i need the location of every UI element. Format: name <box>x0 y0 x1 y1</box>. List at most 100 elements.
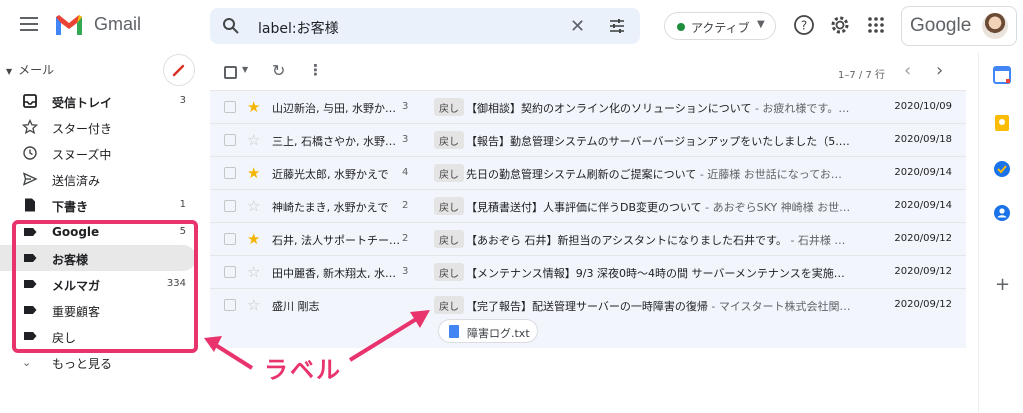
star-icon[interactable]: ☆ <box>247 263 260 281</box>
row-checkbox[interactable] <box>224 167 236 179</box>
account-switcher[interactable]: Google <box>901 6 1017 46</box>
email-sender: 石井, 法人サポートチー… <box>272 234 400 247</box>
email-subject-line: 【見積書送付】人事評価に伴うDB変更のついて - あおぞらSKY 神崎様 お世… <box>466 199 886 215</box>
email-row[interactable]: ★ 近藤光太郎, 水野かえで 4 戻し 先日の勤怠管理システム刷新のご提案につい… <box>210 156 966 189</box>
row-checkbox[interactable] <box>224 101 236 113</box>
star-icon[interactable]: ★ <box>247 164 260 182</box>
sidebar-item-snoozed[interactable]: スヌーズ中 <box>0 140 196 166</box>
email-date: 2020/09/12 <box>894 233 952 244</box>
tasks-icon[interactable] <box>993 160 1011 178</box>
email-row[interactable]: ☆ 盛川 剛志 戻し 【完了報告】配送管理サーバーの一時障害の復帰 - マイスタ… <box>210 288 966 348</box>
search-input[interactable]: label:お客様 <box>258 18 339 38</box>
avatar[interactable] <box>982 13 1008 39</box>
sidebar-item-label: 下書き <box>52 200 89 214</box>
sidebar-item-label: 送信済み <box>52 174 101 188</box>
keep-icon[interactable] <box>993 114 1011 132</box>
star-icon[interactable]: ★ <box>247 98 260 116</box>
thread-count: 2 <box>402 200 409 211</box>
label-chip[interactable]: 戻し <box>434 131 464 149</box>
chevron-down-icon: ▼ <box>757 19 765 30</box>
email-snippet: - 石井様 … <box>786 234 846 247</box>
sidebar-item-starred[interactable]: スター付き <box>0 114 196 140</box>
row-checkbox[interactable] <box>224 233 236 245</box>
gear-icon[interactable] <box>829 14 851 36</box>
top-bar: Gmail label:お客様 ✕ アクティブ ▼ ? Google <box>0 0 1023 52</box>
email-sender: 三上, 石橋さやか, 水野… <box>272 135 396 148</box>
select-menu-chevron-icon[interactable]: ▼ <box>242 65 248 74</box>
refresh-icon[interactable]: ↻ <box>272 61 285 80</box>
email-sender: 近藤光太郎, 水野かえで <box>272 168 389 181</box>
status-label: アクティブ <box>691 21 750 35</box>
email-date: 2020/09/14 <box>894 167 952 178</box>
sidebar-item-drafts[interactable]: 下書き 1 <box>0 192 196 218</box>
gmail-logo-icon[interactable] <box>54 13 84 37</box>
email-subject: 【見積書送付】人事評価に伴うDB変更のついて <box>466 201 702 214</box>
mail-section-label: メール <box>18 63 55 77</box>
email-date: 2020/09/18 <box>894 134 952 145</box>
status-dropdown[interactable]: アクティブ ▼ <box>664 12 776 40</box>
draft-count: 1 <box>179 199 186 210</box>
label-highlight-box <box>12 220 198 353</box>
clear-search-icon[interactable]: ✕ <box>570 16 585 37</box>
list-toolbar: ▼ ↻ ⋮ 1–7 / 7 行 ‹ › <box>210 56 970 88</box>
side-panel: + <box>978 52 1023 413</box>
label-chip[interactable]: 戻し <box>434 98 464 116</box>
mail-section-header[interactable]: ▼ メール <box>6 61 54 78</box>
contacts-icon[interactable] <box>993 204 1011 222</box>
more-options-icon[interactable]: ⋮ <box>308 61 323 79</box>
row-checkbox[interactable] <box>224 299 236 311</box>
star-icon[interactable]: ☆ <box>247 296 260 314</box>
row-checkbox[interactable] <box>224 200 236 212</box>
search-options-icon[interactable] <box>608 17 626 35</box>
label-chip[interactable]: 戻し <box>434 230 464 248</box>
star-icon[interactable]: ☆ <box>247 197 260 215</box>
email-row[interactable]: ☆ 田中麗香, 新木翔太, 水… 3 戻し 【メンテナンス情報】9/3 深夜0時… <box>210 255 966 288</box>
label-chip[interactable]: 戻し <box>434 197 464 215</box>
help-icon[interactable]: ? <box>793 14 815 36</box>
row-checkbox[interactable] <box>224 266 236 278</box>
email-row[interactable]: ☆ 神崎たまき, 水野かえで 2 戻し 【見積書送付】人事評価に伴うDB変更のつ… <box>210 189 966 222</box>
label-chip[interactable]: 戻し <box>434 263 464 281</box>
chevron-down-icon: ⌄ <box>22 356 32 369</box>
next-page-icon[interactable]: › <box>936 60 943 81</box>
email-sender: 神崎たまき, 水野かえで <box>272 201 389 214</box>
attachment-chip[interactable]: 障害ログ.txt <box>438 319 538 343</box>
email-subject-line: 先日の勤怠管理システム刷新のご提案について - 近藤様 お世話になってお… <box>466 166 886 182</box>
email-subject-line: 【メンテナンス情報】9/3 深夜0時〜4時の間 サーバーメンテナンスを実施… <box>466 265 886 281</box>
calendar-icon[interactable] <box>993 66 1011 84</box>
annotation-label: ラベル <box>264 356 342 384</box>
clock-icon <box>23 146 37 160</box>
send-icon <box>22 172 38 186</box>
unread-count: 3 <box>179 95 186 106</box>
more-label: もっと見る <box>52 357 113 371</box>
email-row[interactable]: ☆ 三上, 石橋さやか, 水野… 3 戻し 【報告】勤怠管理システムのサーバーバ… <box>210 123 966 156</box>
apps-grid-icon[interactable] <box>865 14 887 36</box>
main-menu-icon[interactable] <box>20 17 38 31</box>
email-row[interactable]: ★ 石井, 法人サポートチー… 2 戻し 【あおぞら 石井】新担当のアシスタント… <box>210 222 966 255</box>
star-icon[interactable]: ☆ <box>247 131 260 149</box>
sidebar-item-sent[interactable]: 送信済み <box>0 166 196 192</box>
row-checkbox[interactable] <box>224 134 236 146</box>
email-date: 2020/09/14 <box>894 200 952 211</box>
sidebar-item-inbox[interactable]: 受信トレイ 3 <box>0 88 196 114</box>
email-subject-line: 【完了報告】配送管理サーバーの一時障害の復帰 - マイスタート株式会社関… <box>466 298 886 314</box>
document-icon <box>449 325 459 338</box>
compose-button[interactable] <box>163 54 195 86</box>
sidebar-item-label: スヌーズ中 <box>52 148 112 162</box>
thread-count: 3 <box>402 101 409 112</box>
sidebar-item-label: 受信トレイ <box>52 96 113 110</box>
email-row[interactable]: ★ 山辺新治, 与田, 水野か… 3 戻し 【御相談】契約のオンライン化のソリュ… <box>210 90 966 123</box>
thread-count: 3 <box>402 134 409 145</box>
select-all-checkbox[interactable] <box>224 66 237 79</box>
label-chip[interactable]: 戻し <box>434 164 464 182</box>
email-subject: 【メンテナンス情報】9/3 深夜0時〜4時の間 サーバーメンテナンスを実施… <box>466 267 845 280</box>
star-icon[interactable]: ★ <box>247 230 260 248</box>
app-name: Gmail <box>94 14 142 34</box>
search-icon[interactable] <box>222 17 240 35</box>
email-subject: 【報告】勤怠管理システムのサーバーバージョンアップをいたしました（5.… <box>466 135 850 148</box>
label-chip[interactable]: 戻し <box>434 296 464 314</box>
add-addon-icon[interactable]: + <box>995 274 1010 295</box>
prev-page-icon[interactable]: ‹ <box>904 60 911 81</box>
caret-down-icon: ▼ <box>6 67 13 76</box>
search-bar[interactable]: label:お客様 ✕ <box>210 8 640 44</box>
